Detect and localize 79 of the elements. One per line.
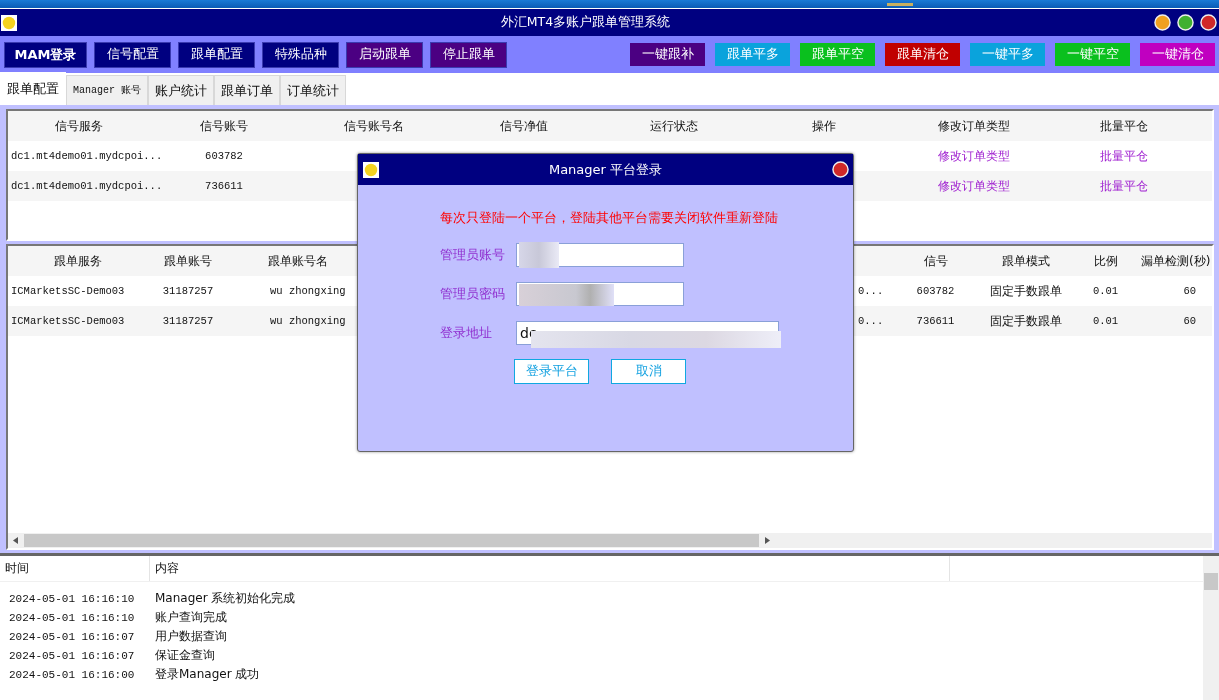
column-header: 信号服务 <box>54 118 103 133</box>
column-header: 信号账号名 <box>344 118 404 133</box>
horizontal-scrollbar[interactable] <box>8 533 1212 548</box>
tab[interactable]: 订单统计 <box>280 75 346 105</box>
coin-icon <box>363 161 379 178</box>
table-cell: ICMarketsSC-Demo03 <box>11 315 125 327</box>
log-time: 2024-05-01 16:16:10 <box>9 611 135 624</box>
table-cell: ICMarketsSC-Demo03 <box>11 285 125 297</box>
action-button[interactable]: 一键跟补 <box>630 43 705 66</box>
field-label: 管理员密码 <box>440 285 506 303</box>
table-link[interactable]: 修改订单类型 <box>938 178 1010 193</box>
column-header: 操作 <box>812 118 836 133</box>
tab[interactable]: 跟单订单 <box>214 75 280 105</box>
toolbar-button[interactable]: 信号配置 <box>94 41 171 68</box>
vertical-scrollbar[interactable] <box>1203 556 1219 700</box>
table-link[interactable]: 批量平仓 <box>1100 148 1148 163</box>
window-title: 外汇MT4多账户跟单管理系统 <box>499 14 672 31</box>
column-header: 内容 <box>155 560 179 577</box>
column-header: 批量平仓 <box>1100 118 1148 133</box>
action-button[interactable]: 跟单清仓 <box>885 43 960 66</box>
toolbar-button[interactable]: 启动跟单 <box>346 41 423 68</box>
table-cell: 0... <box>858 315 884 327</box>
toolbar-button[interactable]: 跟单配置 <box>178 41 255 68</box>
close-button[interactable] <box>1200 14 1217 31</box>
close-button[interactable] <box>832 161 849 178</box>
table-cell: 603782 <box>916 285 955 297</box>
tab[interactable]: Manager 账号 <box>66 75 148 105</box>
field-label: 登录地址 <box>440 324 493 342</box>
table-cell: 0... <box>858 285 884 297</box>
table-cell: 603782 <box>205 150 243 162</box>
field-label: 管理员账号 <box>440 246 506 264</box>
table-cell: 60 <box>1183 285 1196 297</box>
log-message: 保证金查询 <box>155 647 215 664</box>
log-time: 2024-05-01 16:16:07 <box>9 630 135 643</box>
table-cell: 0.01 <box>1092 315 1119 327</box>
dialog-title: Manager 平台登录 <box>547 160 664 179</box>
column-header: 跟单模式 <box>1001 253 1050 268</box>
table-cell: 固定手数跟单 <box>989 313 1062 328</box>
toolbar-button[interactable]: 停止跟单 <box>430 41 507 68</box>
table-cell: dc1.mt4demo01.mydcpoi... <box>11 180 163 192</box>
log-message: 用户数据查询 <box>155 628 227 645</box>
log-time: 2024-05-01 16:16:00 <box>9 668 135 681</box>
column-header: 信号账号 <box>200 118 248 133</box>
maximize-button[interactable] <box>1177 14 1194 31</box>
column-header: 跟单账号 <box>164 253 212 268</box>
log-message: Manager 系统初始化完成 <box>155 590 296 607</box>
column-header: 跟单服务 <box>54 253 102 268</box>
column-header: 漏单检测(秒) <box>1141 253 1211 268</box>
column-header: 跟单账号名 <box>268 253 328 268</box>
table-cell: 31187257 <box>162 315 214 327</box>
input-field[interactable] <box>516 243 684 267</box>
table-cell: 736611 <box>205 180 243 192</box>
table-link[interactable]: 修改订单类型 <box>938 148 1010 163</box>
log-time: 2024-05-01 16:16:10 <box>9 592 135 605</box>
log-message: 登录Manager 成功 <box>155 666 260 683</box>
warning-text: 每次只登陆一个平台，登陆其他平台需要关闭软件重新登陆 <box>440 210 779 227</box>
column-header: 时间 <box>5 560 29 577</box>
action-button[interactable]: 一键清仓 <box>1140 43 1215 66</box>
table-link[interactable]: 批量平仓 <box>1100 178 1148 193</box>
toolbar-button[interactable]: MAM登录 <box>4 41 87 68</box>
table-cell: 60 <box>1183 315 1196 327</box>
column-header: 运行状态 <box>650 118 698 133</box>
column-header: 信号 <box>923 253 948 268</box>
table-cell: 0.01 <box>1092 285 1119 297</box>
table-cell: dc1.mt4demo01.mydcpoi... <box>11 150 163 162</box>
input-field[interactable] <box>516 282 684 306</box>
column-header: 比例 <box>1093 253 1118 268</box>
log-message: 账户查询完成 <box>155 609 227 626</box>
table-cell: 31187257 <box>162 285 214 297</box>
table-cell: wu zhongxing <box>270 315 346 327</box>
log-time: 2024-05-01 16:16:07 <box>9 649 135 662</box>
toolbar-button[interactable]: 特殊品种 <box>262 41 339 68</box>
column-header: 信号净值 <box>500 118 548 133</box>
column-header: 修改订单类型 <box>938 118 1010 133</box>
table-cell: 固定手数跟单 <box>989 283 1062 298</box>
minimize-button[interactable] <box>1154 14 1171 31</box>
table-cell: 736611 <box>916 315 955 327</box>
table-cell: wu zhongxing <box>270 285 346 297</box>
tab[interactable]: 账户统计 <box>148 75 214 105</box>
